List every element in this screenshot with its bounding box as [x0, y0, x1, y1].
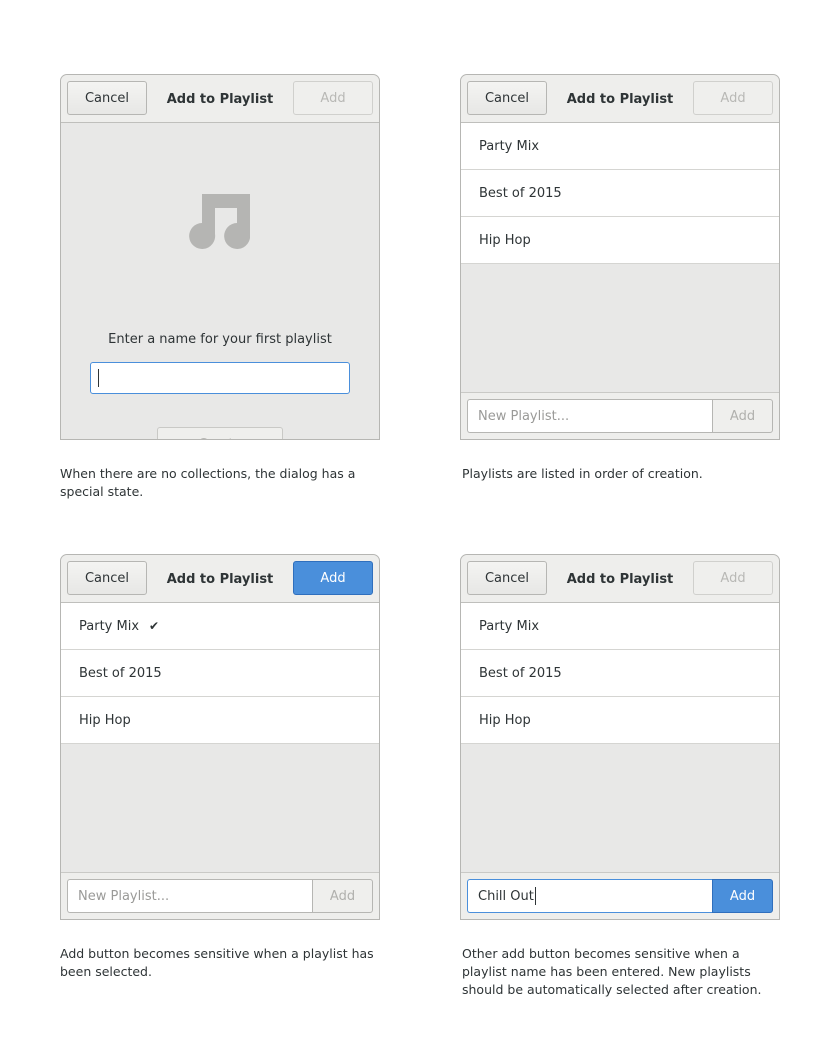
cancel-button[interactable]: Cancel: [467, 561, 547, 595]
new-playlist-input[interactable]: New Playlist...: [467, 399, 713, 433]
playlist-name: Hip Hop: [479, 712, 531, 728]
music-note-icon: [189, 194, 250, 249]
playlist-name: Party Mix: [479, 618, 540, 634]
playlist-name: Best of 2015: [479, 185, 562, 201]
playlist-row[interactable]: Best of 2015: [61, 650, 379, 697]
playlist-row[interactable]: Hip Hop: [461, 697, 779, 744]
first-playlist-name-input[interactable]: [90, 362, 350, 394]
playlist-name: Party Mix: [479, 138, 540, 154]
new-playlist-add-button[interactable]: Add: [312, 879, 373, 913]
cancel-button[interactable]: Cancel: [67, 561, 147, 595]
playlist-row[interactable]: Party Mix: [461, 123, 779, 170]
new-playlist-add-button[interactable]: Add: [712, 399, 773, 433]
new-playlist-add-button[interactable]: Add: [712, 879, 773, 913]
add-button[interactable]: Add: [293, 561, 373, 595]
add-to-playlist-dialog-name-entered: Cancel Add to Playlist Add Party Mix Bes…: [460, 554, 780, 920]
playlist-row[interactable]: Best of 2015: [461, 170, 779, 217]
new-playlist-value: Chill Out: [478, 888, 534, 904]
playlist-name: Best of 2015: [79, 665, 162, 681]
empty-state: Enter a name for your first playlist Cre…: [61, 123, 379, 439]
playlist-list: Party Mix Best of 2015 Hip Hop: [461, 603, 779, 744]
cancel-button[interactable]: Cancel: [67, 81, 147, 115]
text-cursor: [534, 887, 536, 905]
playlist-list: Party Mix Best of 2015 Hip Hop: [461, 123, 779, 264]
headerbar: Cancel Add to Playlist Add: [61, 75, 379, 123]
playlist-name: Hip Hop: [79, 712, 131, 728]
text-cursor: [98, 369, 99, 387]
new-playlist-bar: New Playlist... Add: [61, 872, 379, 919]
new-playlist-bar: New Playlist... Add: [461, 392, 779, 439]
new-playlist-bar: Chill Out Add: [461, 872, 779, 919]
playlist-name: Hip Hop: [479, 232, 531, 248]
playlist-list: Party Mix ✔ Best of 2015 Hip Hop: [61, 603, 379, 744]
new-playlist-input[interactable]: Chill Out: [467, 879, 713, 913]
caption-name-entered: Other add button becomes sensitive when …: [462, 946, 762, 997]
checkmark-icon: ✔: [149, 619, 160, 633]
playlist-row[interactable]: Hip Hop: [461, 217, 779, 264]
caption-list: Playlists are listed in order of creatio…: [462, 466, 703, 481]
caption-selected: Add button becomes sensitive when a play…: [60, 946, 374, 979]
add-button[interactable]: Add: [693, 81, 773, 115]
playlist-row[interactable]: Best of 2015: [461, 650, 779, 697]
add-to-playlist-dialog-empty: Cancel Add to Playlist Add Enter a name …: [60, 74, 380, 440]
headerbar: Cancel Add to Playlist Add: [461, 555, 779, 603]
playlist-row[interactable]: Party Mix: [461, 603, 779, 650]
playlist-row[interactable]: Hip Hop: [61, 697, 379, 744]
headerbar: Cancel Add to Playlist Add: [61, 555, 379, 603]
playlist-row-selected[interactable]: Party Mix ✔: [61, 603, 379, 650]
playlist-name: Best of 2015: [479, 665, 562, 681]
playlist-name: Party Mix: [79, 618, 140, 634]
cancel-button[interactable]: Cancel: [467, 81, 547, 115]
add-to-playlist-dialog-list: Cancel Add to Playlist Add Party Mix Bes…: [460, 74, 780, 440]
add-button[interactable]: Add: [693, 561, 773, 595]
new-playlist-input[interactable]: New Playlist...: [67, 879, 313, 913]
add-button[interactable]: Add: [293, 81, 373, 115]
headerbar: Cancel Add to Playlist Add: [461, 75, 779, 123]
create-button[interactable]: Create: [157, 427, 283, 439]
empty-state-label: Enter a name for your first playlist: [108, 332, 332, 347]
add-to-playlist-dialog-selected: Cancel Add to Playlist Add Party Mix ✔ B…: [60, 554, 380, 920]
caption-empty-state: When there are no collections, the dialo…: [60, 466, 356, 499]
